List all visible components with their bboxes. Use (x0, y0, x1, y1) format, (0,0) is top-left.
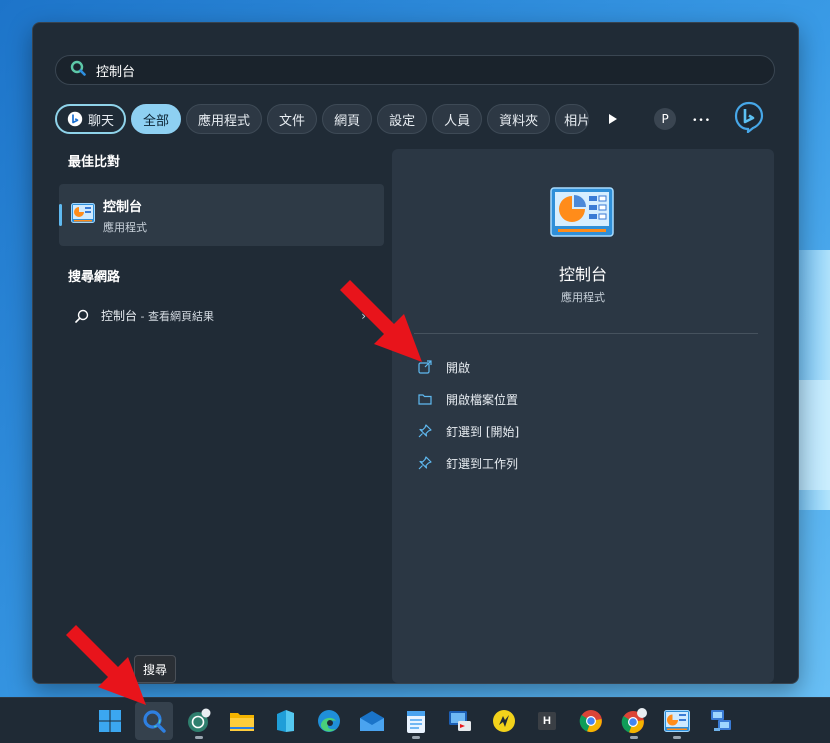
chrome-profile-icon (621, 708, 647, 734)
best-match-item[interactable]: 控制台 應用程式 (59, 184, 384, 246)
network-computers-icon (711, 710, 731, 731)
lightning-app-icon (493, 710, 515, 732)
tab-folders-label: 資料夾 (499, 113, 539, 129)
filter-tabs: 聊天 全部 應用程式 文件 網頁 設定 人員 資料夾 相片 P ••• (55, 101, 785, 137)
action-open-file-location-label: 開啟檔案位置 (446, 392, 519, 407)
detail-app-type: 應用程式 (561, 291, 605, 304)
action-pin-to-taskbar[interactable]: 釘選到工作列 (418, 447, 519, 479)
best-match-name: 控制台 (103, 199, 143, 215)
chrome-icon (579, 710, 602, 733)
action-pin-to-taskbar-label: 釘選到工作列 (446, 456, 519, 471)
best-match-type: 應用程式 (103, 220, 147, 234)
chatgpt-icon (188, 708, 211, 732)
bing-button[interactable] (733, 101, 765, 137)
detail-actions: 開啟 開啟檔案位置 釘選到 [開始] 釘選到工作列 (418, 351, 519, 479)
tab-settings-label: 設定 (389, 113, 416, 129)
building-icon (277, 710, 294, 732)
tabs-scroll-right-button[interactable] (602, 113, 624, 125)
running-indicator (412, 736, 420, 739)
play-right-icon (609, 114, 618, 124)
bing-icon (734, 101, 764, 135)
taskbar-notepad[interactable] (397, 702, 435, 740)
action-pin-to-start-label: 釘選到 [開始] (446, 424, 520, 439)
taskbar-chatgpt[interactable] (180, 702, 218, 740)
tab-web-label: 網頁 (334, 113, 361, 129)
taskbar-control-panel[interactable] (658, 702, 696, 740)
action-pin-to-start[interactable]: 釘選到 [開始] (418, 415, 519, 447)
taskbar-network-app[interactable] (702, 702, 740, 740)
search-box[interactable] (55, 55, 775, 85)
tab-all[interactable]: 全部 (131, 104, 182, 134)
running-indicator (195, 736, 203, 739)
tab-folders[interactable]: 資料夾 (487, 104, 551, 134)
running-indicator (673, 736, 681, 739)
control-panel-icon (664, 710, 690, 732)
action-open[interactable]: 開啟 (418, 351, 519, 383)
h-app-icon: H (538, 712, 556, 730)
taskbar-remote-desktop[interactable] (441, 702, 479, 740)
more-dots-label: ••• (692, 116, 712, 126)
pin-icon (418, 456, 432, 470)
search-icon (70, 60, 86, 80)
tab-apps[interactable]: 應用程式 (186, 104, 263, 134)
tab-chat-label: 聊天 (88, 113, 115, 129)
search-icon (143, 710, 166, 733)
tab-chat[interactable]: 聊天 (55, 104, 127, 134)
tab-photos-label: 相片 (564, 113, 590, 129)
tab-all-label: 全部 (143, 113, 170, 129)
detail-pane: 控制台 應用程式 開啟 開啟檔案位置 釘選到 [開始] 釘選到工作列 (392, 149, 774, 683)
tab-photos[interactable]: 相片 (555, 104, 590, 134)
taskbar-h-app[interactable]: H (528, 702, 566, 740)
detail-divider (414, 333, 758, 334)
tab-people[interactable]: 人員 (432, 104, 483, 134)
bing-chat-icon (67, 111, 83, 127)
red-annotation-arrow-open (340, 280, 422, 362)
windows-logo-icon (99, 710, 121, 732)
web-search-suffix: - 查看網頁結果 (137, 310, 214, 323)
search-input[interactable] (96, 62, 696, 78)
control-panel-large-icon (550, 187, 614, 241)
tab-documents-label: 文件 (279, 113, 306, 129)
running-indicator (630, 736, 638, 739)
action-open-label: 開啟 (446, 360, 471, 375)
remote-desktop-icon (449, 711, 471, 731)
taskbar-yellow-app[interactable] (485, 702, 523, 740)
folder-icon (230, 713, 254, 731)
taskbar-office-building-app[interactable] (266, 702, 304, 740)
notepad-icon (407, 711, 425, 733)
red-annotation-arrow-search (66, 625, 146, 705)
taskbar-edge[interactable] (310, 702, 348, 740)
taskbar-mail[interactable] (353, 702, 391, 740)
action-open-file-location[interactable]: 開啟檔案位置 (418, 383, 519, 415)
control-panel-icon (71, 203, 95, 227)
tab-web[interactable]: 網頁 (322, 104, 373, 134)
edge-icon (318, 710, 340, 732)
tab-people-label: 人員 (444, 113, 471, 129)
mail-icon (360, 711, 384, 731)
selection-indicator (59, 204, 62, 226)
tab-apps-label: 應用程式 (198, 113, 251, 129)
best-match-heading: 最佳比對 (68, 155, 121, 170)
tab-settings[interactable]: 設定 (377, 104, 428, 134)
more-options-button[interactable]: ••• (692, 111, 711, 127)
taskbar-file-explorer[interactable] (223, 702, 261, 740)
folder-icon (418, 394, 432, 405)
profile-button[interactable]: P (654, 108, 677, 130)
taskbar-chrome[interactable] (572, 702, 610, 740)
profile-initial: P (661, 112, 669, 126)
tab-documents[interactable]: 文件 (267, 104, 318, 134)
detail-app-name: 控制台 (558, 265, 607, 284)
web-search-query: 控制台 (101, 309, 138, 323)
search-icon (75, 309, 89, 323)
pin-icon (418, 424, 432, 438)
taskbar-chrome-profile[interactable] (615, 702, 653, 740)
